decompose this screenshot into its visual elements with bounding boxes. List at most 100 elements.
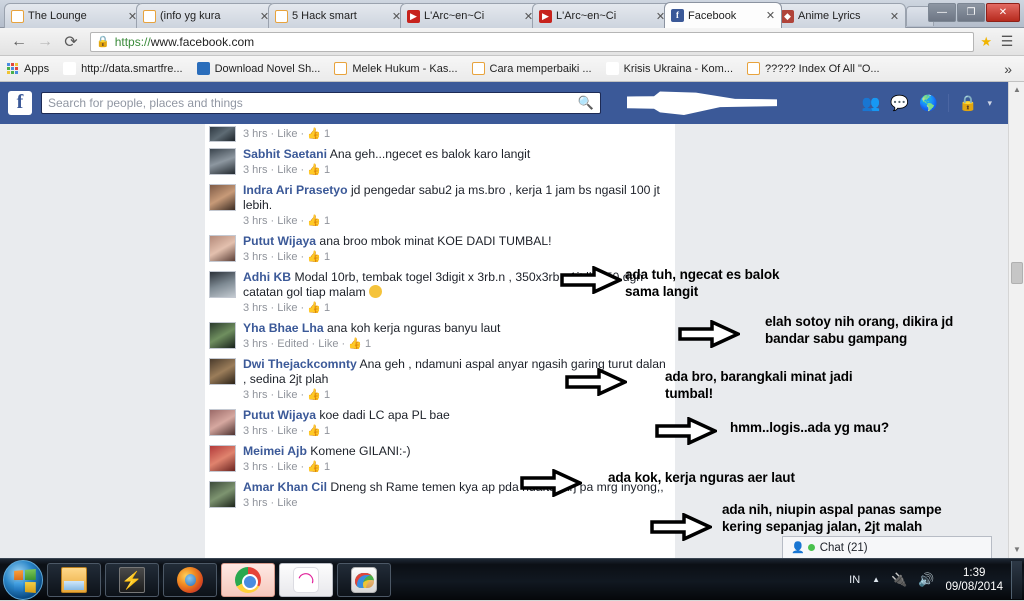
close-window-button[interactable]: ✕ [986, 3, 1020, 22]
show-desktop-button[interactable] [1011, 561, 1022, 599]
taskbar-button-windows-explorer[interactable] [47, 563, 101, 597]
browser-tab-6[interactable]: fFacebook✕ [664, 2, 782, 28]
avatar[interactable] [209, 445, 236, 472]
minimize-button[interactable]: — [928, 3, 956, 22]
comment-like-button[interactable]: Like [277, 425, 297, 437]
chrome-menu-button[interactable]: ☰ [996, 33, 1018, 50]
browser-tab-2[interactable]: ☒(info yg kura✕ [136, 3, 276, 28]
comment-like-button[interactable]: Like [277, 302, 297, 314]
tab-close-icon[interactable]: ✕ [764, 9, 777, 22]
avatar[interactable] [209, 126, 236, 142]
browser-tab-7[interactable]: ◆Anime Lyrics✕ [774, 3, 906, 28]
meta-separator: · [301, 128, 305, 140]
comment-like-button[interactable]: Like [277, 164, 297, 176]
bookmark-item-1[interactable]: ☢http://data.smartfre... [63, 62, 183, 75]
avatar[interactable] [209, 358, 236, 385]
comment-author-link[interactable]: Putut Wijaya [243, 408, 316, 422]
bookmark-item-3[interactable]: ☒Melek Hukum - Kas... [334, 62, 457, 75]
clock[interactable]: 1:39 09/08/2014 [945, 566, 1003, 594]
comment-timestamp: 3 hrs [243, 251, 267, 263]
browser-tab-4[interactable]: ▶L'Arc~en~Ci✕ [400, 3, 540, 28]
back-button[interactable]: ← [6, 33, 32, 51]
comment-like-button[interactable]: Like [277, 461, 297, 473]
comment-author-link[interactable]: Putut Wijaya [243, 234, 316, 248]
comment-like-button[interactable]: Like [318, 338, 338, 350]
bookmark-item-2[interactable]: Download Novel Sh... [197, 62, 321, 75]
url-scheme: https:// [115, 35, 151, 49]
comment-text-line: Putut Wijaya koe dadi LC apa PL bae [243, 408, 671, 423]
start-button[interactable] [3, 560, 43, 600]
bookmark-apps-label: Apps [24, 63, 49, 75]
taskbar-button-paint[interactable] [337, 563, 391, 597]
tab-close-icon[interactable]: ✕ [888, 10, 901, 23]
chat-label: Chat (21) [820, 542, 868, 554]
comment-like-button[interactable]: Like [277, 497, 297, 509]
reload-button[interactable]: ⟳ [58, 32, 84, 52]
thumbs-up-icon: 👍 [307, 425, 321, 437]
messages-icon[interactable]: 💬 [890, 94, 909, 112]
annotation-arrow-icon [655, 417, 717, 450]
close-icon: ✕ [999, 7, 1007, 18]
account-menu-caret-icon[interactable]: ▾ [987, 98, 992, 109]
windows-taskbar: IN ▲ 🔌 🔊 1:39 09/08/2014 [0, 558, 1024, 600]
page-scrollbar[interactable]: ▲ ▼ [1008, 82, 1024, 558]
comment-author-link[interactable]: Yha Bhae Lha [243, 321, 324, 335]
browser-tab-3[interactable]: ☒5 Hack smart✕ [268, 3, 408, 28]
avatar[interactable] [209, 148, 236, 175]
chat-bar[interactable]: 👤 Chat (21) [782, 536, 992, 558]
bookmark-item-5[interactable]: ➤Krisis Ukraina - Kom... [606, 62, 733, 75]
taskbar-button-firefox[interactable] [163, 563, 217, 597]
meta-separator: · [312, 338, 316, 350]
bookmark-item-6[interactable]: ☒????? Index Of All "O... [747, 62, 880, 75]
comment-body: Yha Bhae Lha ana koh kerja nguras banyu … [243, 320, 671, 352]
comment-like-button[interactable]: Like [277, 128, 297, 140]
restore-button[interactable]: ❐ [957, 3, 985, 22]
browser-tab-5[interactable]: ▶L'Arc~en~Ci✕ [532, 3, 672, 28]
bookmarks-overflow-button[interactable]: » [1004, 61, 1018, 77]
privacy-lock-icon[interactable]: 🔒 [959, 94, 978, 112]
taskbar-button-winamp[interactable] [105, 563, 159, 597]
restore-icon: ❐ [967, 7, 976, 18]
search-icon[interactable]: 🔍 [578, 95, 594, 111]
comment-author-link[interactable]: Meimei Ajb [243, 444, 307, 458]
avatar[interactable] [209, 409, 236, 436]
friend-requests-icon[interactable]: 👥 [862, 94, 881, 112]
taskbar-button-google-chrome[interactable] [221, 563, 275, 597]
avatar[interactable] [209, 481, 236, 508]
comment-author-link[interactable]: Indra Ari Prasetyo [243, 183, 348, 197]
forward-button[interactable]: → [32, 33, 58, 51]
language-indicator[interactable]: IN [849, 574, 860, 586]
avatar[interactable] [209, 271, 236, 298]
taskbar-button-pink-app[interactable] [279, 563, 333, 597]
facebook-logo-icon[interactable]: f [8, 91, 32, 115]
comment-author-link[interactable]: Amar Khan Cil [243, 480, 327, 494]
bookmark-item-4[interactable]: ☒Cara memperbaiki ... [472, 62, 592, 75]
annotation-text: hmm..logis..ada yg mau? [730, 419, 960, 436]
tab-strip: ☒The Lounge✕☒(info yg kura✕☒5 Hack smart… [0, 0, 1024, 28]
power-plug-icon[interactable]: 🔌 [891, 572, 907, 588]
comment-like-button[interactable]: Like [277, 215, 297, 227]
browser-tab-1[interactable]: ☒The Lounge✕ [4, 3, 144, 28]
comment-like-count: 1 [324, 164, 330, 176]
comment-meta: 3 hrs · Like · 👍 1 [243, 214, 671, 229]
comment-author-link[interactable]: Sabhit Saetani [243, 147, 327, 161]
notifications-icon[interactable]: 🌎 [919, 94, 938, 112]
avatar[interactable] [209, 322, 236, 349]
bookmark-apps[interactable]: Apps [6, 62, 49, 75]
volume-icon[interactable]: 🔊 [918, 572, 934, 588]
scrollbar-thumb[interactable] [1011, 262, 1023, 284]
comment-author-link[interactable]: Dwi Thejackcomnty [243, 357, 357, 371]
comment-like-count: 1 [365, 338, 371, 350]
avatar[interactable] [209, 184, 236, 211]
scroll-down-arrow-icon[interactable]: ▼ [1009, 542, 1024, 558]
comment-like-button[interactable]: Like [277, 251, 297, 263]
tray-overflow-icon[interactable]: ▲ [872, 575, 880, 584]
scroll-up-arrow-icon[interactable]: ▲ [1009, 82, 1024, 98]
comment-stream: 3 hrs · Like · 👍 1Sabhit Saetani Ana geh… [0, 124, 1008, 558]
bookmark-star-icon[interactable]: ★ [980, 34, 992, 50]
comment-like-button[interactable]: Like [277, 389, 297, 401]
facebook-search-box[interactable]: Search for people, places and things 🔍 [41, 92, 601, 114]
avatar[interactable] [209, 235, 236, 262]
comment-author-link[interactable]: Adhi KB [243, 270, 291, 284]
address-bar[interactable]: 🔒 https://www.facebook.com [90, 32, 974, 52]
